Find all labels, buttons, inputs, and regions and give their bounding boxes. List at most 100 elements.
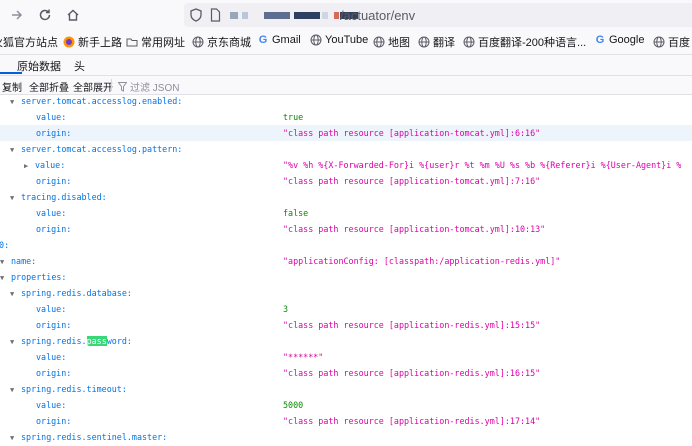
address-bar[interactable]: /actuator/env [184,3,692,27]
redacted-url-part [294,12,320,19]
tab-raw-data[interactable]: 原始数据 [17,58,61,74]
tree-key[interactable]: ▼ server.tomcat.accesslog.pattern: [10,141,182,158]
tree-row: origin: "class path resource [applicatio… [0,173,692,189]
tree-row: 10: [0,237,692,253]
tree-key[interactable]: ▼ spring.redis.database: [10,285,132,302]
tree-key: value: [36,112,67,122]
expand-twisty-icon: ▼ [10,194,15,202]
tree-row: ▼ server.tomcat.accesslog.enabled: [0,94,692,109]
tree-key: origin: [36,368,72,378]
bookmark-firefox-official[interactable]: 火狐官方站点 [0,34,58,50]
filter-json-input[interactable]: 过滤 JSON [118,79,179,94]
tree-value: "%v %h %{X-Forwarded-For}i %{user}r %t %… [283,160,682,170]
expand-twisty-icon: ▼ [10,146,15,154]
bookmark-baidu-translate[interactable]: 百度翻译-200种语言... [463,34,586,50]
tree-key: value: [36,400,67,410]
tree-value: "applicationConfig: [classpath:/applicat… [283,256,561,266]
globe-icon [373,36,385,48]
actions-divider [111,79,112,91]
globe-icon [192,36,204,48]
tree-row: origin: "class path resource [applicatio… [0,125,692,141]
forward-arrow-icon [12,10,23,20]
forward-button[interactable] [8,6,26,24]
tree-row: value: "******" [0,349,692,365]
bookmark-translate[interactable]: 翻译 [418,34,455,50]
tree-key[interactable]: ▼ tracing.disabled: [10,189,107,206]
bookmark-label: 京东商城 [207,37,251,49]
bookmark-getting-started[interactable]: 新手上路 [63,34,122,50]
globe-icon [310,34,322,46]
globe-icon [463,36,475,48]
tree-key: value: [36,208,67,218]
tree-value: "class path resource [application-redis.… [283,416,541,426]
bookmark-label: 常用网址 [141,37,185,49]
filter-icon [118,81,127,92]
collapse-all-button[interactable]: 全部折叠 [29,79,69,94]
tab-headers[interactable]: 头 [74,58,85,74]
bookmark-google[interactable]: G Google [594,34,645,46]
bookmark-youtube[interactable]: YouTube [310,34,368,46]
bookmark-label: 新手上路 [78,37,122,49]
reload-button[interactable] [36,6,54,24]
tree-row: origin: "class path resource [applicatio… [0,221,692,237]
tree-key[interactable]: 10: [0,237,9,253]
bookmarks-bar: 火狐官方站点 新手上路 常用网址 京东商城 G Gmail YouTube 地图… [0,30,692,55]
tree-row: value: 3 [0,301,692,317]
expand-twisty-icon: ▼ [10,338,15,346]
tree-value: 5000 [283,400,304,410]
tree-key[interactable]: ▼ spring.redis.timeout: [10,381,127,398]
redacted-url-part [322,12,328,19]
expand-all-button[interactable]: 全部展开 [73,79,113,94]
tree-row: ▶ value: "%v %h %{X-Forwarded-For}i %{use… [0,157,692,173]
tree-row: ▼ server.tomcat.accesslog.pattern: [0,141,692,157]
bookmark-common-sites[interactable]: 常用网址 [126,34,185,50]
tree-key[interactable]: ▶ value: [24,157,65,174]
search-highlight: pass [86,336,107,346]
tree-row: value: true [0,109,692,125]
expand-twisty-icon: ▼ [10,386,15,394]
json-actions-bar: 复制 全部折叠 全部展开 过滤 JSON [0,76,692,95]
bookmark-label: YouTube [325,34,369,46]
json-viewer-tabs: 原始数据 头 [0,55,692,76]
folder-icon [126,36,138,48]
expand-twisty-icon: ▼ [10,98,15,106]
home-icon [67,9,79,21]
tree-row: ▼ spring.redis.password: [0,333,692,349]
globe-icon [653,36,665,48]
tree-key: origin: [36,176,72,186]
tree-row: ▼ spring.redis.timeout: [0,381,692,397]
expand-twisty-icon: ▶ [24,162,29,170]
tree-row: ▼ properties: [0,269,692,285]
bookmark-gmail[interactable]: G Gmail [257,34,301,46]
tree-row: origin: "class path resource [applicatio… [0,317,692,333]
tree-key: origin: [36,320,72,330]
tree-key[interactable]: ▼ spring.redis.sentinel.master: [10,429,167,446]
redacted-url-part [230,12,238,19]
tree-value: "******" [283,352,324,362]
bookmark-jd[interactable]: 京东商城 [192,34,251,50]
tree-key: origin: [36,128,72,138]
tree-key[interactable]: ▼ name: [0,253,36,270]
json-tree: ▼ server.tomcat.accesslog.enabled: value:… [0,94,692,446]
filter-placeholder: 过滤 JSON [130,83,180,94]
home-button[interactable] [64,6,82,24]
tree-key[interactable]: ▼ properties: [0,269,66,286]
expand-twisty-icon: ▼ [10,290,15,298]
tree-key[interactable]: ▼ spring.redis.password: [10,333,132,350]
bookmark-baidu[interactable]: 百度 [653,34,690,50]
tree-value: "class path resource [application-redis.… [283,368,541,378]
tree-value: 3 [283,304,289,314]
bookmark-map[interactable]: 地图 [373,34,410,50]
expand-twisty-icon: ▼ [0,274,5,282]
firefox-icon [63,36,75,48]
tree-row: origin: "class path resource [applicatio… [0,413,692,429]
page-icon [210,8,221,22]
tree-row: ▼ name: "applicationConfig: [classpath:/a… [0,253,692,269]
redacted-url-part [264,12,290,19]
copy-button[interactable]: 复制 [2,79,22,94]
bookmark-label: 百度翻译-200种语言... [478,37,587,49]
tree-key[interactable]: ▼ server.tomcat.accesslog.enabled: [10,94,182,110]
tree-value: "class path resource [application-tomcat… [283,224,546,234]
tree-key: origin: [36,416,72,426]
tree-value: "class path resource [application-tomcat… [283,176,541,186]
